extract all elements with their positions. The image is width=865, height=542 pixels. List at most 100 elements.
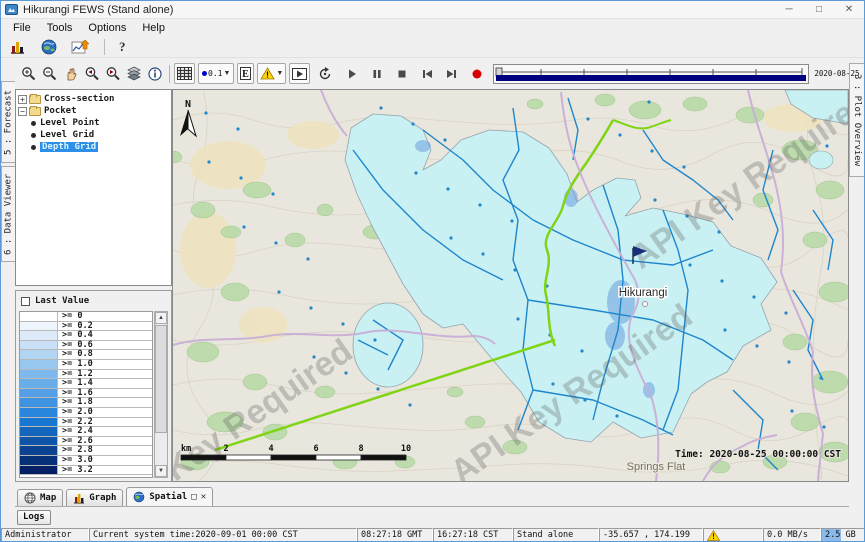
menu-tools[interactable]: Tools xyxy=(39,19,81,37)
tree-item-cross-section[interactable]: + Cross-section xyxy=(18,93,169,105)
legend-color-swatch xyxy=(20,427,58,436)
legend-scrollbar[interactable]: ▲ ▼ xyxy=(154,311,168,478)
threshold-warning-button[interactable]: ▼ xyxy=(257,63,286,84)
help-button[interactable]: ? xyxy=(119,39,126,55)
legend-color-swatch xyxy=(20,350,58,359)
last-value-checkbox[interactable] xyxy=(21,297,30,306)
skip-to-start-button[interactable] xyxy=(416,63,437,84)
record-button[interactable] xyxy=(466,63,487,84)
map-time-label: Time: 2020-08-25 00:00:00 CST xyxy=(675,449,841,460)
window-controls: ─ □ ✕ xyxy=(774,1,864,18)
close-button[interactable]: ✕ xyxy=(834,1,864,18)
tree-item-pocket[interactable]: − Pocket xyxy=(18,105,169,117)
label-toggle-button[interactable]: E xyxy=(237,63,254,84)
tab-data-viewer[interactable]: 6 : Data Viewer xyxy=(1,166,15,262)
expand-icon[interactable]: + xyxy=(18,95,27,104)
toolbar-separator xyxy=(169,65,170,83)
zoom-in-button[interactable] xyxy=(18,63,39,84)
layers-button[interactable] xyxy=(123,63,144,84)
tab-maximize-icon[interactable]: □ xyxy=(191,492,196,502)
label-e-icon: E xyxy=(240,67,251,80)
zoom-next-icon xyxy=(105,66,121,82)
skip-to-end-button[interactable] xyxy=(441,63,462,84)
legend-color-swatch xyxy=(20,370,58,379)
statistics-icon[interactable] xyxy=(7,37,28,58)
tree-item-level-point[interactable]: Level Point xyxy=(29,117,169,129)
tree-item-label: Cross-section xyxy=(44,94,114,104)
collapse-icon[interactable]: − xyxy=(18,107,27,116)
legend-color-swatch xyxy=(20,389,58,398)
info-button[interactable] xyxy=(144,63,165,84)
tab-label: Graph xyxy=(89,493,116,503)
legend-row-label: >= 1.0 xyxy=(58,360,93,369)
memory-value: 2.5 GB xyxy=(825,530,856,540)
loop-playback-button[interactable] xyxy=(314,63,335,84)
legend-row-label: >= 1.6 xyxy=(58,389,93,398)
map-view[interactable]: API Key Required API Key Required API Ke… xyxy=(172,89,849,482)
legend-color-swatch xyxy=(20,331,58,340)
map-canvas: API Key Required API Key Required API Ke… xyxy=(173,90,848,481)
svg-text:2: 2 xyxy=(223,444,228,454)
zoom-out-button[interactable] xyxy=(39,63,60,84)
time-slider[interactable] xyxy=(493,64,809,84)
status-coordinates: -35.657 , 174.199 xyxy=(599,528,703,542)
timeseries-display-icon[interactable] xyxy=(69,37,90,58)
warning-triangle-icon xyxy=(707,530,720,541)
tab-forecast[interactable]: 5 : Forecast xyxy=(1,81,15,163)
status-warning[interactable] xyxy=(703,528,763,542)
animation-dialog-button[interactable] xyxy=(289,63,310,84)
menu-bar: File Tools Options Help xyxy=(1,19,864,37)
tab-map[interactable]: Map xyxy=(17,489,63,506)
menu-options[interactable]: Options xyxy=(80,19,134,37)
menu-help[interactable]: Help xyxy=(134,19,173,37)
play-button[interactable] xyxy=(341,63,362,84)
legend-row: >= 3.2 xyxy=(20,466,152,476)
toolbar-separator xyxy=(104,39,105,55)
globe-icon xyxy=(133,491,145,503)
legend-color-swatch xyxy=(20,437,58,446)
tree-item-level-grid[interactable]: Level Grid xyxy=(29,129,169,141)
svg-text:km: km xyxy=(181,444,191,454)
zoom-previous-icon xyxy=(84,66,100,82)
tab-spatial[interactable]: Spatial □ ✕ xyxy=(126,487,213,506)
legend-row-label: >= 2.4 xyxy=(58,427,93,436)
chevron-down-icon: ▼ xyxy=(223,70,230,77)
svg-text:4: 4 xyxy=(268,444,273,454)
grid-display-button[interactable] xyxy=(174,63,195,84)
zoom-next-button[interactable] xyxy=(102,63,123,84)
zoom-previous-button[interactable] xyxy=(81,63,102,84)
globe-icon xyxy=(41,39,57,55)
spatial-display-icon[interactable] xyxy=(38,37,59,58)
scroll-down-icon[interactable]: ▼ xyxy=(155,465,167,477)
legend-row-label: >= 0.6 xyxy=(58,341,93,350)
tab-plot-overview[interactable]: 3 : Plot Overview xyxy=(849,63,864,177)
scrollbar-thumb[interactable] xyxy=(155,325,167,433)
tab-graph[interactable]: Graph xyxy=(66,489,123,506)
stop-button[interactable] xyxy=(391,63,412,84)
legend-row-label: >= 2.8 xyxy=(58,446,93,455)
tree-item-depth-grid[interactable]: Depth Grid xyxy=(29,141,169,153)
main-toolbar: ? xyxy=(1,37,864,58)
maximize-button[interactable]: □ xyxy=(804,1,834,18)
scroll-up-icon[interactable]: ▲ xyxy=(155,312,167,324)
precision-dot-icon xyxy=(202,71,207,76)
legend-row-label: >= 2.0 xyxy=(58,408,93,417)
tab-close-icon[interactable]: ✕ xyxy=(201,492,206,502)
title-bar: Hikurangi FEWS (Stand alone) ─ □ ✕ xyxy=(1,1,864,19)
legend-panel: Last Value >= 0>= 0.2>= 0.4>= 0.6>= 0.8>… xyxy=(15,290,172,482)
folder-icon xyxy=(29,95,41,104)
minimize-button[interactable]: ─ xyxy=(774,1,804,18)
wire-globe-icon xyxy=(24,492,36,504)
precision-selector[interactable]: 0.1 ▼ xyxy=(198,63,234,84)
legend-row-label: >= 0 xyxy=(58,312,82,321)
logs-button[interactable]: Logs xyxy=(17,510,51,525)
pan-button[interactable] xyxy=(60,63,81,84)
pause-button[interactable] xyxy=(366,63,387,84)
menu-file[interactable]: File xyxy=(5,19,39,37)
info-icon xyxy=(147,66,163,82)
precision-value: 0.1 xyxy=(208,69,222,78)
legend-row-label: >= 3.0 xyxy=(58,456,93,465)
bar-chart-icon xyxy=(9,40,26,55)
svg-text:10: 10 xyxy=(401,444,411,454)
map-toolbar: 0.1 ▼ E ▼ xyxy=(15,58,849,89)
